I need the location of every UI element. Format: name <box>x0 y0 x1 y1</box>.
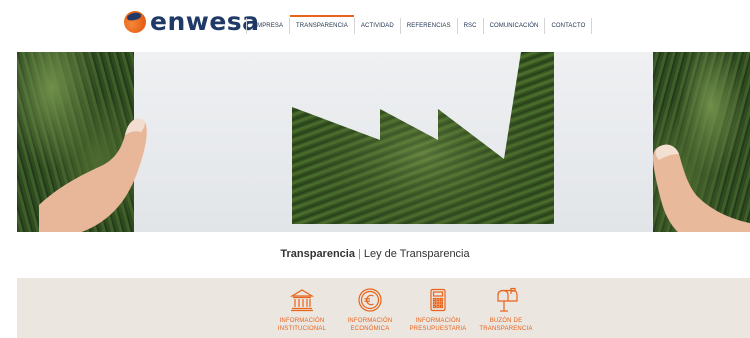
hero-paper <box>134 52 653 232</box>
nav-item-referencias[interactable]: REFERENCIAS <box>401 18 458 34</box>
site-header: enwesa EMPRESA TRANSPARENCIA ACTIVIDAD R… <box>0 0 750 48</box>
breadcrumb-separator: | <box>357 248 361 260</box>
section-informacion-institucional[interactable]: INFORMACIÓN INSTITUCIONAL <box>264 286 340 333</box>
right-hand-image <box>653 144 750 232</box>
nav-item-empresa[interactable]: EMPRESA <box>246 18 291 34</box>
calculator-icon <box>430 288 446 312</box>
hero-image <box>17 52 750 232</box>
section-informacion-economica[interactable]: INFORMACIÓN ECONÓMICA <box>332 286 408 333</box>
nav-item-contacto[interactable]: CONTACTO <box>545 18 593 34</box>
breadcrumb-section[interactable]: Transparencia <box>280 248 355 260</box>
main-nav: EMPRESA TRANSPARENCIA ACTIVIDAD REFERENC… <box>246 15 593 34</box>
section-label: INFORMACIÓN INSTITUCIONAL <box>277 318 327 332</box>
site-logo[interactable]: enwesa <box>124 8 260 36</box>
nav-item-comunicacion[interactable]: COMUNICACIÓN <box>484 18 546 34</box>
breadcrumb-page: Ley de Transparencia <box>363 248 470 260</box>
section-label: BUZÓN DE TRANSPARENCIA <box>479 318 533 332</box>
nav-item-transparencia[interactable]: TRANSPARENCIA <box>290 15 355 34</box>
nav-item-actividad[interactable]: ACTIVIDAD <box>355 18 401 34</box>
section-buzon-de-transparencia[interactable]: BUZÓN DE TRANSPARENCIA <box>468 286 544 333</box>
page: enwesa EMPRESA TRANSPARENCIA ACTIVIDAD R… <box>0 0 750 338</box>
euro-coin-icon <box>358 288 382 312</box>
section-label: INFORMACIÓN PRESUPUESTARIA <box>409 318 467 332</box>
transparency-sections: INFORMACIÓN INSTITUCIONAL INFORMACIÓN EC… <box>17 278 750 338</box>
section-informacion-presupuestaria[interactable]: INFORMACIÓN PRESUPUESTARIA <box>400 286 476 333</box>
logo-mark-icon <box>124 11 146 33</box>
breadcrumb: Transparencia | Ley de Transparencia <box>0 248 750 260</box>
factory-cutout-icon <box>292 52 554 224</box>
nav-item-rsc[interactable]: RSC <box>458 18 484 34</box>
logo-text: enwesa <box>150 7 260 36</box>
mailbox-icon <box>497 287 518 312</box>
left-hand-image <box>39 118 147 232</box>
institution-building-icon <box>289 289 315 312</box>
section-label: INFORMACIÓN ECONÓMICA <box>347 318 393 332</box>
